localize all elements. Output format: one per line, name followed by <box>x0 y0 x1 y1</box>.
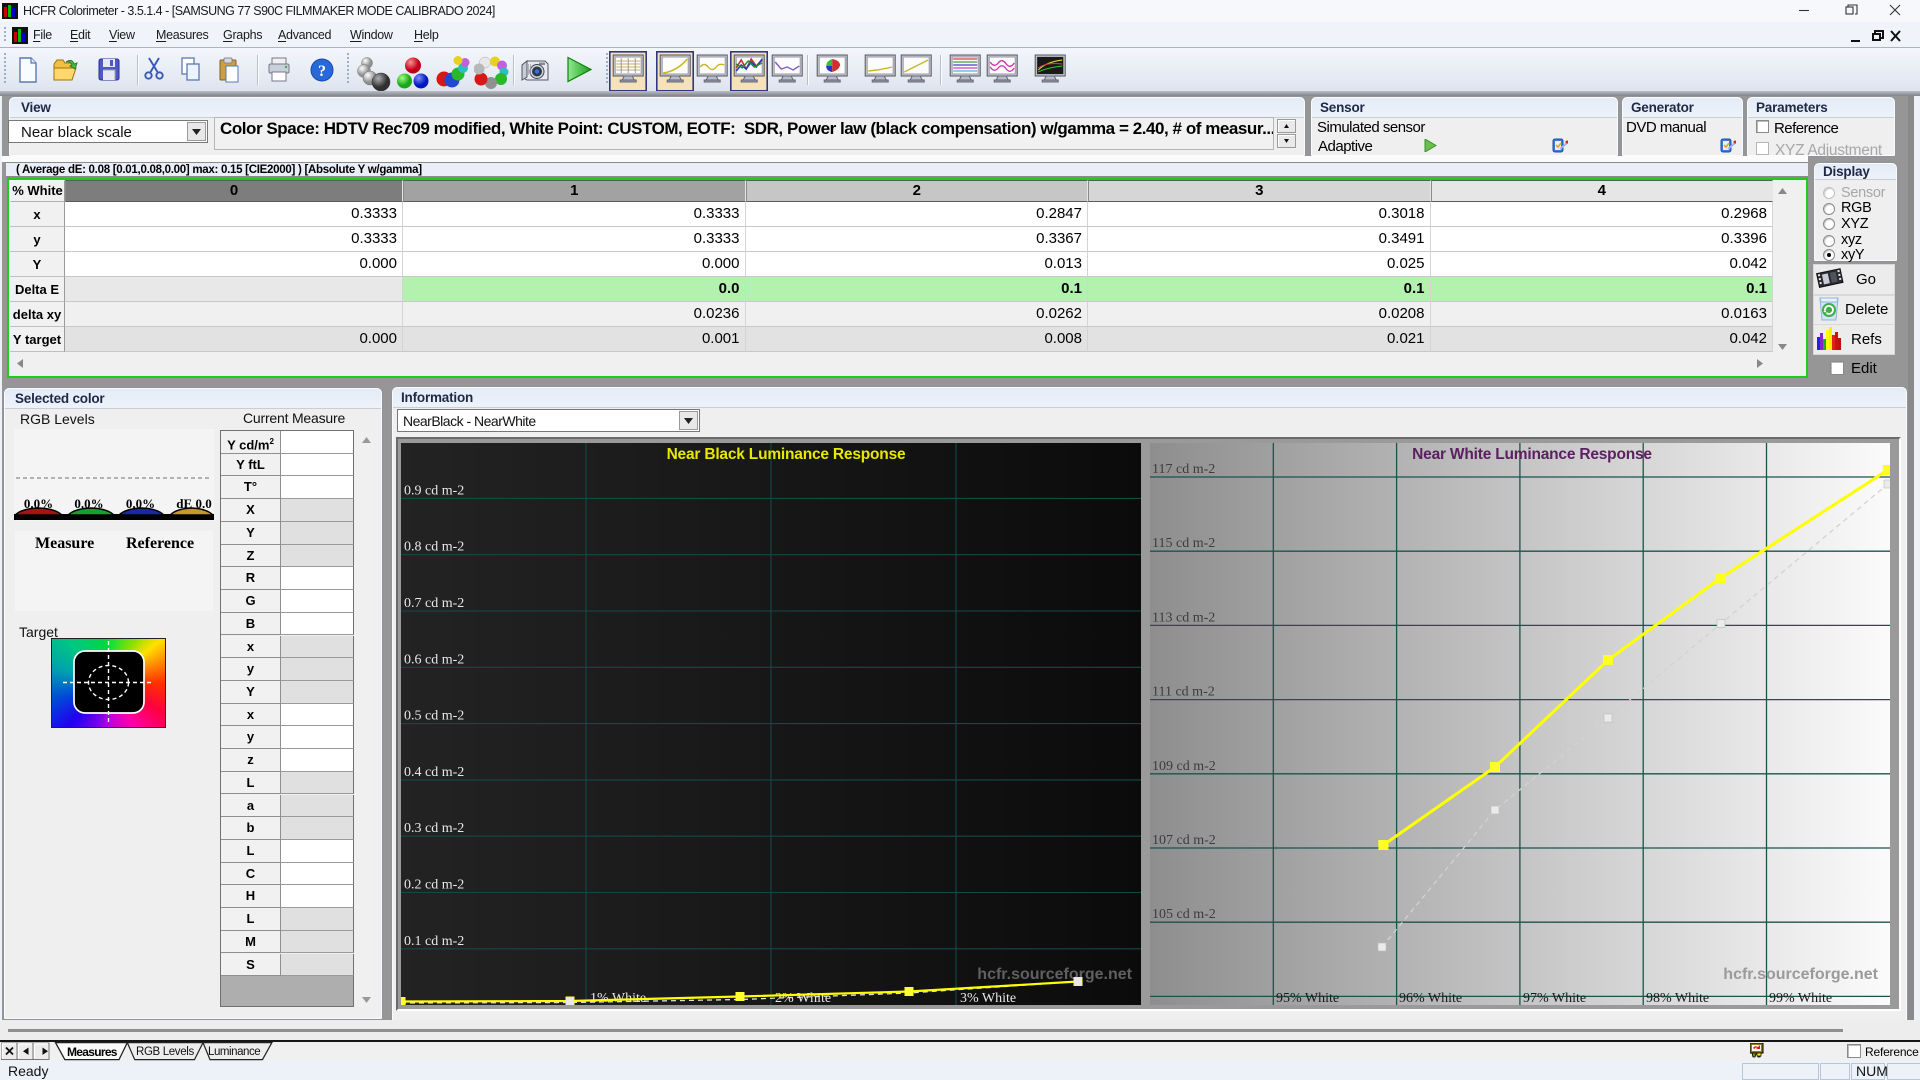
svg-text:0.5 cd m-2: 0.5 cd m-2 <box>404 709 464 724</box>
svg-text:115 cd m-2: 115 cd m-2 <box>1152 536 1215 551</box>
svg-text:0.1 cd m-2: 0.1 cd m-2 <box>404 934 464 949</box>
svg-text:RGB Levels: RGB Levels <box>136 1046 194 1058</box>
svg-text:dE 0.0: dE 0.0 <box>176 496 211 511</box>
svg-text:?: ? <box>318 63 326 80</box>
svg-text:3% White: 3% White <box>960 991 1016 1005</box>
svg-text:0.3 cd m-2: 0.3 cd m-2 <box>404 821 464 836</box>
svg-text:0.0%: 0.0% <box>126 496 155 511</box>
svg-text:97% White: 97% White <box>1523 991 1586 1005</box>
svg-text:95% White: 95% White <box>1276 991 1339 1005</box>
svg-text:1% White: 1% White <box>590 991 646 1005</box>
svg-text:107 cd m-2: 107 cd m-2 <box>1152 833 1216 848</box>
svg-text:hcfr.sourceforge.net: hcfr.sourceforge.net <box>1723 966 1878 983</box>
svg-text:109 cd m-2: 109 cd m-2 <box>1152 759 1216 774</box>
svg-text:0.4 cd m-2: 0.4 cd m-2 <box>404 765 464 780</box>
svg-text:0.0%: 0.0% <box>24 496 53 511</box>
svg-text:0.7 cd m-2: 0.7 cd m-2 <box>404 596 464 611</box>
svg-text:0.9 cd m-2: 0.9 cd m-2 <box>404 483 464 498</box>
svg-text:Measures: Measures <box>67 1045 118 1059</box>
svg-text:113 cd m-2: 113 cd m-2 <box>1152 610 1215 625</box>
svg-text:0.8 cd m-2: 0.8 cd m-2 <box>404 540 464 555</box>
svg-text:Near White Luminance Response: Near White Luminance Response <box>1412 446 1652 463</box>
svg-text:Near Black Luminance Response: Near Black Luminance Response <box>667 446 906 463</box>
svg-text:0.6 cd m-2: 0.6 cd m-2 <box>404 652 464 667</box>
svg-text:0.2 cd m-2: 0.2 cd m-2 <box>404 878 464 893</box>
svg-text:98% White: 98% White <box>1646 991 1709 1005</box>
svg-text:Luminance: Luminance <box>208 1046 260 1058</box>
svg-text:117 cd m-2: 117 cd m-2 <box>1152 462 1215 477</box>
svg-text:hcfr.sourceforge.net: hcfr.sourceforge.net <box>977 966 1132 983</box>
svg-text:96% White: 96% White <box>1399 991 1462 1005</box>
svg-text:111 cd m-2: 111 cd m-2 <box>1152 685 1215 700</box>
svg-text:0.0%: 0.0% <box>74 496 103 511</box>
svg-text:99% White: 99% White <box>1769 991 1832 1005</box>
svg-text:105 cd m-2: 105 cd m-2 <box>1152 907 1216 922</box>
